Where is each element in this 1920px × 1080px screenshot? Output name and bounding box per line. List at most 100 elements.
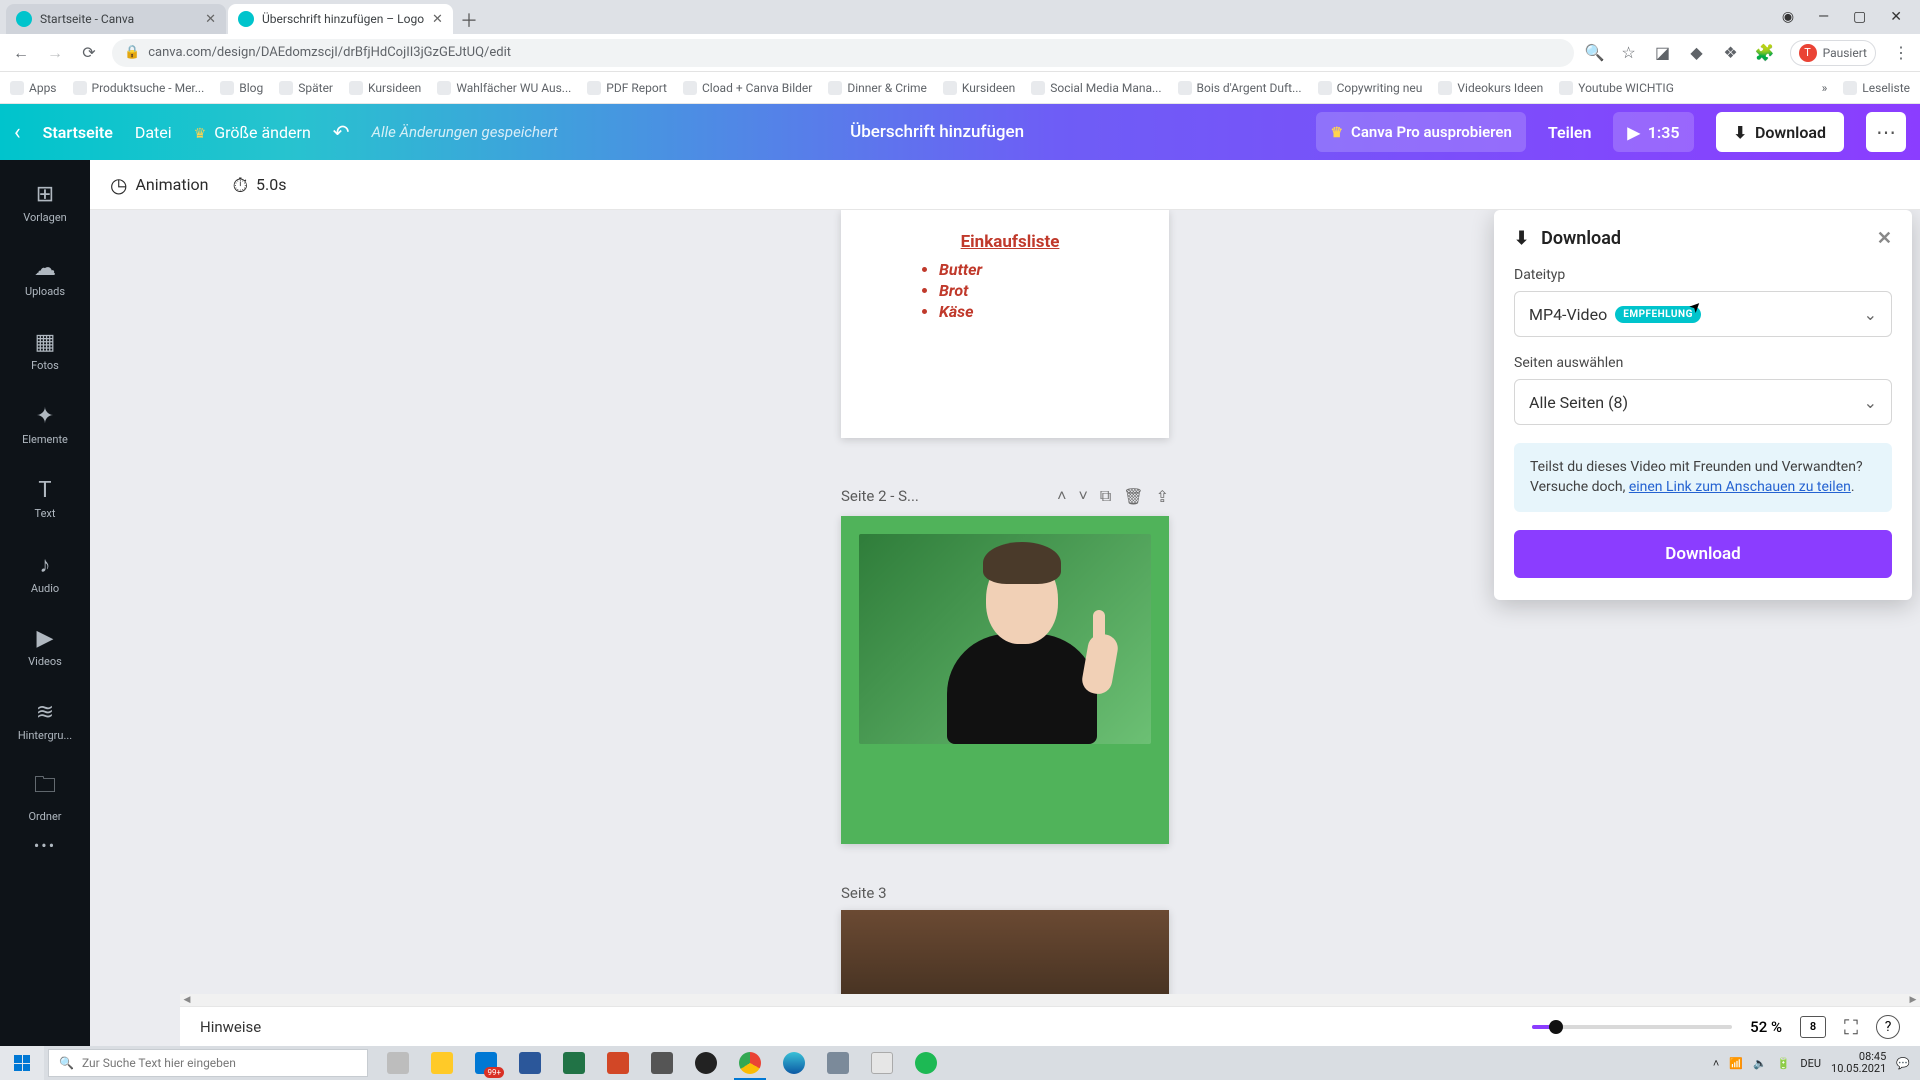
bookmark-item[interactable]: Cload + Canva Bilder <box>683 81 812 95</box>
taskbar-app-edge[interactable] <box>772 1046 816 1080</box>
taskbar-app-mail[interactable]: 99+ <box>464 1046 508 1080</box>
back-button[interactable]: ← <box>10 43 32 63</box>
download-confirm-button[interactable]: Download <box>1514 530 1892 578</box>
extension-icon[interactable]: ❖ <box>1722 44 1740 62</box>
duration-button[interactable]: ⏱5.0s <box>232 173 286 197</box>
sidebar-item-elements[interactable]: ✦Elemente <box>0 388 90 462</box>
bookmark-item[interactable]: PDF Report <box>587 81 667 95</box>
zoom-icon[interactable]: 🔍 <box>1586 44 1604 62</box>
kebab-menu-icon[interactable]: ⋮ <box>1892 44 1910 62</box>
close-panel-button[interactable]: ✕ <box>1877 228 1892 249</box>
forward-button[interactable]: → <box>44 43 66 63</box>
sidebar-item-folders[interactable]: 🗀Ordner <box>0 758 90 832</box>
clock[interactable]: 08:45 10.05.2021 <box>1831 1051 1886 1075</box>
browser-tab[interactable]: Überschrift hinzufügen – Logo ✕ <box>228 4 453 34</box>
reload-button[interactable]: ⟳ <box>78 43 100 62</box>
sidebar-more[interactable]: ••• <box>0 836 90 855</box>
download-button[interactable]: ⬇Download <box>1716 112 1844 152</box>
bookmark-star-icon[interactable]: ☆ <box>1620 44 1638 62</box>
fullscreen-button[interactable]: ⛶ <box>1844 1015 1858 1039</box>
minimize-button[interactable]: — <box>1818 9 1829 25</box>
move-up-icon[interactable]: ˄ <box>1057 486 1066 506</box>
network-icon[interactable]: 📶 <box>1729 1057 1743 1070</box>
bookmark-item[interactable]: Wahlfächer WU Aus... <box>437 81 571 95</box>
page-header-title[interactable]: Seite 3 <box>841 884 1169 902</box>
task-view-button[interactable] <box>376 1046 420 1080</box>
omnibox[interactable]: 🔒 canva.com/design/DAEdomzscjI/drBfjHdCo… <box>112 39 1574 67</box>
volume-icon[interactable]: 🔈 <box>1753 1057 1767 1070</box>
bookmark-item[interactable]: Videokurs Ideen <box>1438 81 1543 95</box>
taskbar-app-explorer[interactable] <box>420 1046 464 1080</box>
apps-shortcut[interactable]: Apps <box>10 81 57 95</box>
sidebar-item-videos[interactable]: ▶Videos <box>0 610 90 684</box>
resize-button[interactable]: Größe ändern <box>194 123 311 142</box>
page-grid-button[interactable]: 8 <box>1800 1016 1826 1038</box>
sidebar-item-templates[interactable]: ⊞Vorlagen <box>0 166 90 240</box>
system-tray[interactable]: ˄ 📶 🔈 🔋 DEU 08:45 10.05.2021 💬 <box>1703 1051 1920 1075</box>
bookmark-item[interactable]: Kursideen <box>349 81 421 95</box>
bookmark-item[interactable]: Blog <box>220 81 263 95</box>
taskbar-app-obs[interactable] <box>684 1046 728 1080</box>
bookmark-item[interactable]: Youtube WICHTIG <box>1559 81 1674 95</box>
pages-select[interactable]: Alle Seiten (8) ⌄ <box>1514 379 1892 425</box>
sidebar-item-audio[interactable]: ♪Audio <box>0 536 90 610</box>
maximize-button[interactable]: ▢ <box>1853 9 1866 25</box>
chrome-account-icon[interactable]: ◉ <box>1782 9 1794 25</box>
help-button[interactable]: ? <box>1876 1015 1900 1039</box>
close-icon[interactable]: ✕ <box>205 12 216 27</box>
sidebar-item-uploads[interactable]: ☁Uploads <box>0 240 90 314</box>
extension-icon[interactable]: ◪ <box>1654 44 1672 62</box>
taskbar-app-generic1[interactable] <box>640 1046 684 1080</box>
tray-overflow-icon[interactable]: ˄ <box>1713 1057 1719 1070</box>
extensions-menu-icon[interactable]: 🧩 <box>1756 44 1774 62</box>
start-button[interactable] <box>0 1046 44 1080</box>
taskbar-app-notepad[interactable] <box>860 1046 904 1080</box>
scroll-right-arrow[interactable]: ▶ <box>1906 994 1920 1006</box>
bookmark-item[interactable]: Bois d'Argent Duft... <box>1178 81 1302 95</box>
horizontal-scrollbar[interactable]: ◀ ▶ <box>180 994 1920 1006</box>
notes-button[interactable]: Hinweise <box>200 1018 261 1036</box>
undo-button[interactable]: ↶ <box>333 120 350 144</box>
canvas-area[interactable]: Einkaufsliste Butter Brot Käse Seite 2 -… <box>90 210 1920 1046</box>
try-pro-button[interactable]: Canva Pro ausprobieren <box>1316 112 1525 152</box>
sidebar-item-photos[interactable]: ▦Fotos <box>0 314 90 388</box>
close-icon[interactable]: ✕ <box>432 12 443 27</box>
new-tab-button[interactable]: ＋ <box>455 6 483 34</box>
ime-label[interactable]: DEU <box>1800 1057 1821 1070</box>
browser-tab[interactable]: Startseite - Canva ✕ <box>6 4 226 34</box>
design-page-1[interactable]: Einkaufsliste Butter Brot Käse <box>841 210 1169 438</box>
bookmark-item[interactable]: Social Media Mana... <box>1031 81 1161 95</box>
animation-button[interactable]: ◷Animation <box>110 173 208 197</box>
delete-icon[interactable]: 🗑 <box>1123 487 1143 506</box>
sidebar-item-text[interactable]: TText <box>0 462 90 536</box>
bookmark-item[interactable]: Später <box>279 81 333 95</box>
reading-list-button[interactable]: Leseliste <box>1843 81 1910 95</box>
zoom-value[interactable]: 52 % <box>1750 1018 1782 1036</box>
back-home-button[interactable]: ‹ <box>14 120 21 145</box>
play-preview-button[interactable]: ▶1:35 <box>1613 112 1693 152</box>
sidebar-item-background[interactable]: ≋Hintergru... <box>0 684 90 758</box>
slider-knob[interactable] <box>1549 1020 1563 1034</box>
move-down-icon[interactable]: ˅ <box>1079 486 1088 506</box>
bookmark-item[interactable]: Copywriting neu <box>1318 81 1423 95</box>
battery-icon[interactable]: 🔋 <box>1777 1057 1791 1070</box>
duplicate-icon[interactable]: ⧉ <box>1100 486 1111 506</box>
page-header-title[interactable]: Seite 2 - S... <box>841 487 1045 505</box>
scroll-left-arrow[interactable]: ◀ <box>180 994 194 1006</box>
bookmark-item[interactable]: Dinner & Crime <box>828 81 927 95</box>
taskbar-app-powerpoint[interactable] <box>596 1046 640 1080</box>
home-link[interactable]: Startseite <box>43 123 113 142</box>
taskbar-app-generic2[interactable] <box>816 1046 860 1080</box>
file-menu[interactable]: Datei <box>135 123 172 142</box>
share-button[interactable]: Teilen <box>1548 123 1592 142</box>
action-center-icon[interactable]: 💬 <box>1896 1057 1910 1070</box>
share-page-icon[interactable]: ⇪ <box>1156 487 1169 506</box>
more-menu-button[interactable]: ⋯ <box>1866 112 1906 152</box>
bookmark-item[interactable]: Produktsuche - Mer... <box>73 81 205 95</box>
bookmarks-overflow[interactable]: » <box>1822 81 1828 95</box>
design-page-2[interactable] <box>841 516 1169 844</box>
extension-icon[interactable]: ◆ <box>1688 44 1706 62</box>
taskbar-app-excel[interactable] <box>552 1046 596 1080</box>
taskbar-app-spotify[interactable] <box>904 1046 948 1080</box>
filetype-select[interactable]: MP4-Video EMPFEHLUNG ⌄ <box>1514 291 1892 337</box>
